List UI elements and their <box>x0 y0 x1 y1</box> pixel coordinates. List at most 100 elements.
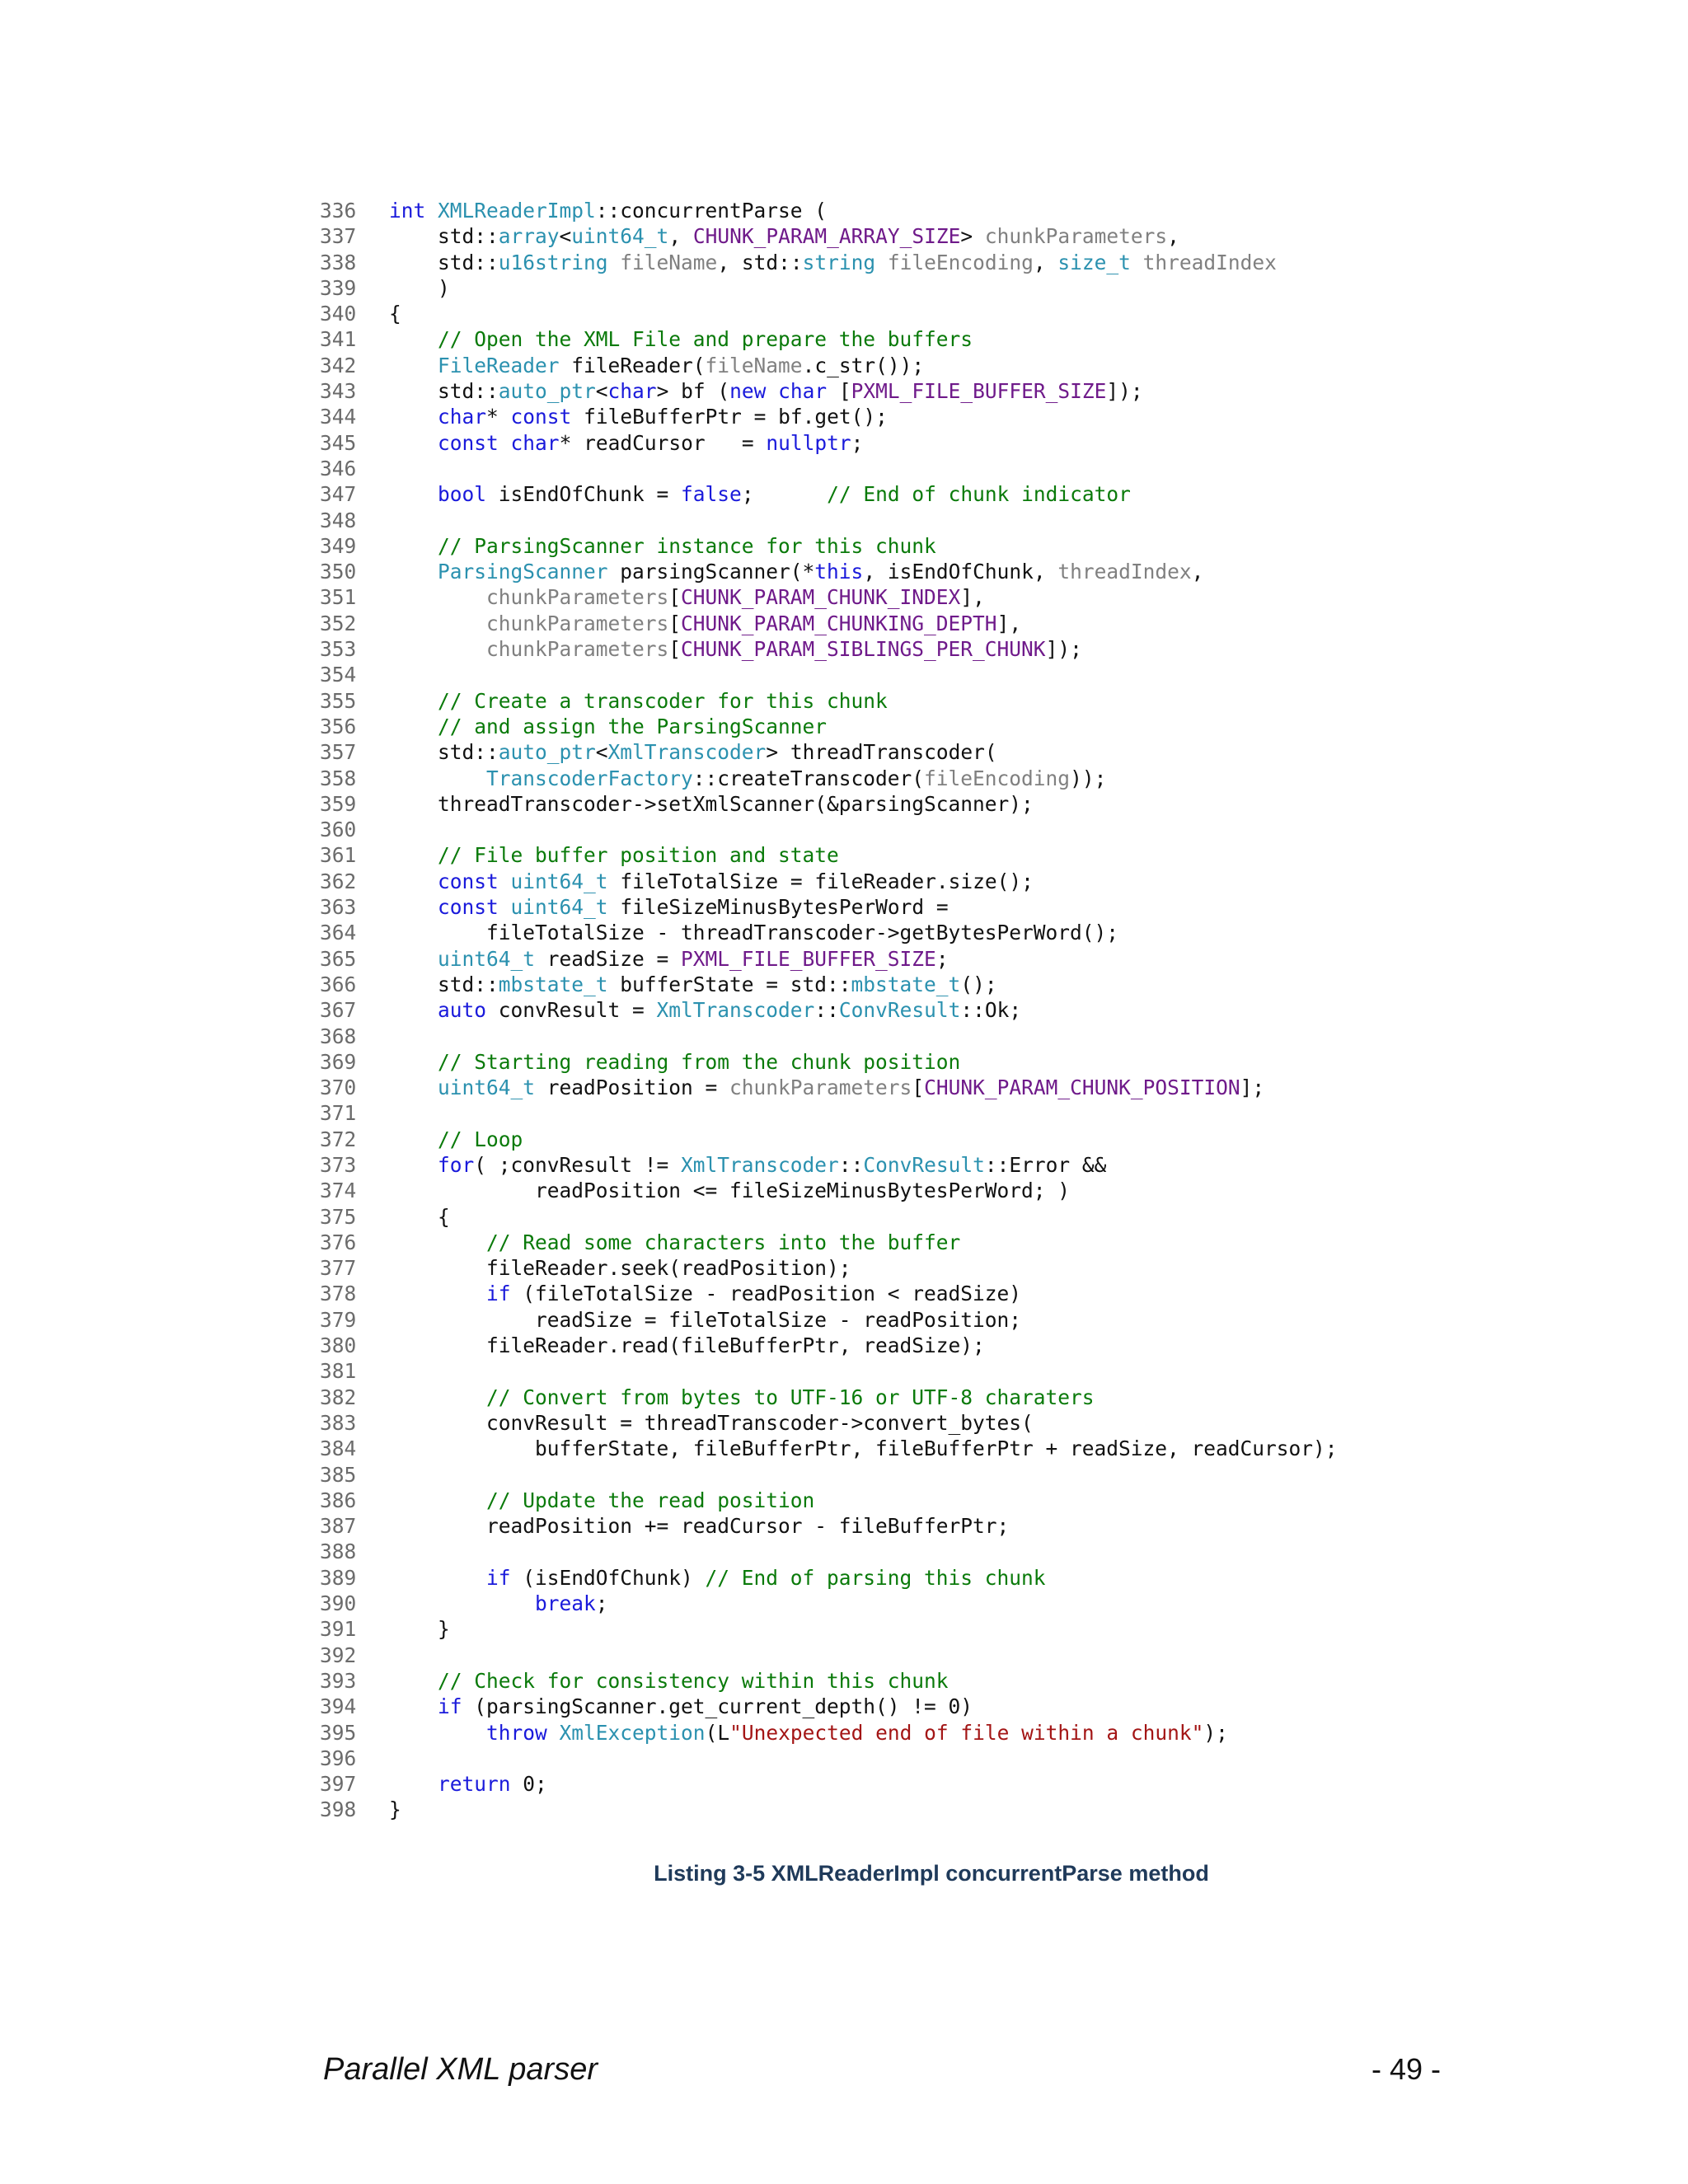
code-line: 340 { <box>320 301 1688 326</box>
code-token: convResult = <box>486 998 657 1023</box>
footer-page-number: - 49 - <box>1371 2052 1441 2086</box>
code-token: [ <box>668 585 682 610</box>
code-token: ::concurrentParse ( <box>595 199 828 223</box>
line-number: 346 <box>320 456 357 480</box>
code-line: 373 for( ;convResult != XmlTranscoder::C… <box>320 1152 1688 1178</box>
line-number: 367 <box>320 998 357 1023</box>
code-token: // and assign the ParsingScanner <box>438 714 828 738</box>
code-token: > bf ( <box>656 379 730 404</box>
code-line: 385 <box>320 1462 1688 1488</box>
code-token: threadIndex <box>1057 560 1192 584</box>
code-line: 396 <box>320 1746 1688 1771</box>
line-number: 388 <box>320 1540 357 1564</box>
code-line: 389 if (isEndOfChunk) // End of parsing … <box>320 1565 1688 1591</box>
code-line: 368 <box>320 1024 1688 1049</box>
line-number: 336 <box>320 199 357 223</box>
code-token: chunkParameters <box>486 637 669 662</box>
code-line: 341 // Open the XML File and prepare the… <box>320 326 1688 352</box>
code-token: // Check for consistency within this chu… <box>438 1668 949 1693</box>
code-line: 349 // ParsingScanner instance for this … <box>320 533 1688 559</box>
code-token: u16string <box>498 250 608 274</box>
line-number: 395 <box>320 1720 357 1745</box>
code-line: 383 convResult = threadTranscoder->conve… <box>320 1410 1688 1436</box>
code-line: 398} <box>320 1797 1688 1822</box>
code-token: chunkParameters <box>984 224 1168 249</box>
line-number: 368 <box>320 1024 357 1048</box>
code-token: [ <box>668 637 682 662</box>
code-token: [ <box>668 611 682 635</box>
code-token: XmlTranscoder <box>681 1152 839 1177</box>
code-token: readPosition <= fileSizeMinusBytesPerWor… <box>389 1179 1071 1203</box>
line-number: 384 <box>320 1436 357 1461</box>
code-token: fileTotalSize = fileReader.size(); <box>607 869 1034 893</box>
code-token: , <box>668 224 693 249</box>
code-line: 342 FileReader fileReader(fileName.c_str… <box>320 353 1688 378</box>
code-line: 384 bufferState, fileBufferPtr, fileBuff… <box>320 1436 1688 1461</box>
code-token: new <box>729 379 767 404</box>
code-token: ], <box>996 611 1022 635</box>
code-line: 371 <box>320 1100 1688 1126</box>
code-line: 382 // Convert from bytes to UTF-16 or U… <box>320 1385 1688 1410</box>
code-line: 354 <box>320 662 1688 687</box>
code-token: ConvResult <box>863 1152 985 1177</box>
code-line: 397 return 0; <box>320 1771 1688 1797</box>
code-line: 379 readSize = fileTotalSize - readPosit… <box>320 1307 1688 1333</box>
code-token: (fileTotalSize - readPosition < readSize… <box>510 1282 1022 1306</box>
code-token: CHUNK_PARAM_SIBLINGS_PER_CHUNK <box>681 637 1046 662</box>
line-number: 389 <box>320 1565 357 1590</box>
code-line: 392 <box>320 1643 1688 1668</box>
code-line: 369 // Starting reading from the chunk p… <box>320 1049 1688 1075</box>
code-token: ConvResult <box>838 998 961 1023</box>
code-token: if <box>486 1282 511 1306</box>
code-listing: 336 int XMLReaderImpl::concurrentParse (3… <box>320 198 1688 1823</box>
code-token: } <box>389 1617 450 1642</box>
code-line: 357 std::auto_ptr<XmlTranscoder> threadT… <box>320 739 1688 765</box>
line-number: 392 <box>320 1643 357 1667</box>
line-number: 353 <box>320 637 357 662</box>
code-token: < <box>559 224 572 249</box>
code-token: (L <box>705 1720 730 1745</box>
code-line: 343 std::auto_ptr<char> bf (new char [PX… <box>320 378 1688 404</box>
code-token: readPosition += readCursor - fileBufferP… <box>389 1514 1010 1539</box>
code-token: uint64_t <box>438 946 536 971</box>
code-token: // File buffer position and state <box>438 843 839 868</box>
code-token: fileSizeMinusBytesPerWord = <box>607 895 949 920</box>
code-token: fileTotalSize - threadTranscoder->getByt… <box>389 921 1119 945</box>
code-token: char <box>510 430 560 455</box>
code-token: chunkParameters <box>729 1076 912 1100</box>
line-number: 358 <box>320 766 357 790</box>
line-number: 362 <box>320 869 357 893</box>
line-number: 390 <box>320 1591 357 1616</box>
code-token: , <box>1033 250 1058 274</box>
code-token: ( ;convResult != <box>474 1152 682 1177</box>
code-line: 374 readPosition <= fileSizeMinusBytesPe… <box>320 1178 1688 1203</box>
code-token: , std:: <box>717 250 803 274</box>
line-number: 377 <box>320 1256 357 1281</box>
code-line: 372 // Loop <box>320 1127 1688 1152</box>
code-token: uint64_t <box>510 869 608 893</box>
line-number: 396 <box>320 1746 357 1770</box>
code-token: [ <box>827 379 851 404</box>
code-token: ; <box>595 1591 608 1616</box>
code-line: 344 char* const fileBufferPtr = bf.get()… <box>320 404 1688 429</box>
code-line: 361 // File buffer position and state <box>320 842 1688 868</box>
line-number: 365 <box>320 946 357 971</box>
code-token: nullptr <box>766 430 851 455</box>
code-token: ) <box>389 275 450 300</box>
code-token: mbstate_t <box>851 972 961 996</box>
line-number: 354 <box>320 663 357 687</box>
code-token: TranscoderFactory <box>486 766 693 790</box>
code-line: 351 chunkParameters[CHUNK_PARAM_CHUNK_IN… <box>320 584 1688 610</box>
